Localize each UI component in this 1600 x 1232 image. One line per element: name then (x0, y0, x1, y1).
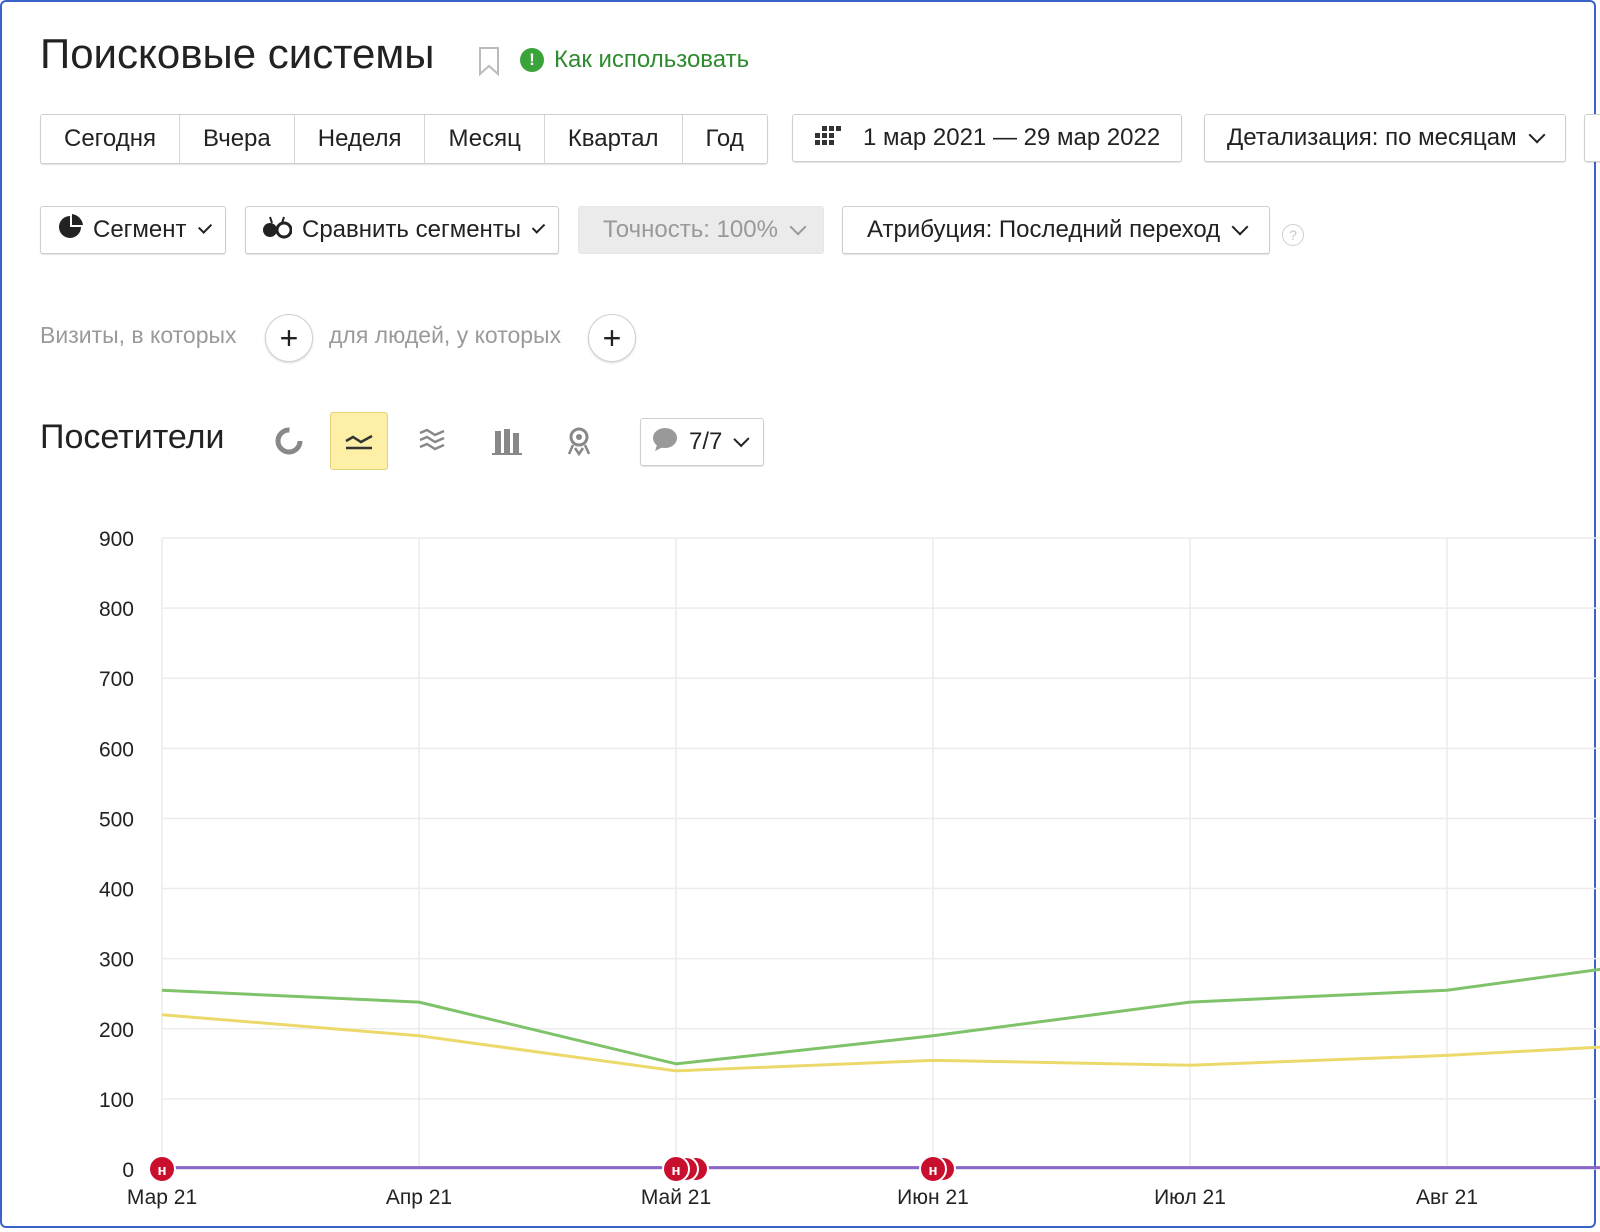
y-tick-label: 0 (122, 1159, 134, 1182)
y-tick-label: 800 (99, 598, 134, 621)
detail-label: Детализация: по месяцам (1227, 124, 1517, 151)
detail-dropdown[interactable]: Детализация: по месяцам (1204, 114, 1566, 162)
period-selector: Сегодня Вчера Неделя Месяц Квартал Год (40, 114, 768, 164)
pie-chart-icon[interactable] (260, 412, 318, 470)
compare-segments-dropdown[interactable]: Сравнить сегменты (245, 206, 559, 254)
metric-title: Посетители (40, 418, 225, 456)
bookmark-icon[interactable] (478, 46, 500, 81)
visits-filter-label: Визиты, в которых (40, 322, 237, 348)
calendar-icon (815, 124, 843, 152)
period-quarter[interactable]: Квартал (545, 115, 683, 163)
extra-button[interactable] (1584, 114, 1600, 162)
period-week[interactable]: Неделя (295, 115, 426, 163)
visitors-line-chart: 0 100 200 300 400 500 600 700 800 900 Мар 21 Апр 21… (99, 528, 1600, 1209)
annotations-dropdown[interactable]: 7/7 (640, 418, 764, 466)
y-tick-label: 900 (99, 528, 134, 551)
pie-chart-icon (57, 213, 83, 247)
y-tick-label: 700 (99, 668, 134, 691)
help-link-label: Как использовать (554, 46, 750, 73)
plus-icon: + (279, 319, 299, 356)
area-chart-icon[interactable] (403, 412, 461, 470)
period-yesterday[interactable]: Вчера (180, 115, 295, 163)
chevron-down-icon (1528, 126, 1546, 144)
x-tick-label: Июл 21 (1154, 1186, 1226, 1209)
date-range-button[interactable]: 1 мар 2021 — 29 мар 2022 (792, 114, 1182, 162)
accuracy-dropdown[interactable]: Точность: 100% (578, 206, 824, 254)
people-filter-label: для людей, у которых (329, 322, 562, 348)
add-visits-filter-button[interactable]: + (265, 314, 313, 362)
y-tick-label: 600 (99, 738, 134, 761)
x-tick-label: Авг 21 (1416, 1186, 1478, 1209)
period-today[interactable]: Сегодня (41, 115, 180, 163)
y-tick-label: 100 (99, 1089, 134, 1112)
accuracy-label: Точность: 100% (603, 216, 778, 243)
annotation-marker-label: н (671, 1162, 680, 1179)
y-tick-label: 200 (99, 1019, 134, 1042)
y-tick-label: 500 (99, 808, 134, 831)
question-icon[interactable]: ? (1282, 224, 1304, 246)
annotation-marker-label: н (157, 1162, 166, 1179)
bar-chart-icon[interactable] (478, 412, 536, 470)
map-icon[interactable] (550, 412, 608, 470)
annotations-count: 7/7 (689, 428, 723, 455)
chevron-down-icon (197, 219, 213, 235)
y-tick-label: 300 (99, 949, 134, 972)
date-range-label: 1 мар 2021 — 29 мар 2022 (863, 124, 1161, 151)
x-tick-label: Май 21 (641, 1186, 711, 1209)
plus-icon: + (602, 319, 622, 356)
period-month[interactable]: Месяц (425, 115, 545, 163)
annotation-marker-label: н (928, 1162, 937, 1179)
chevron-down-icon (1231, 218, 1249, 236)
compare-segments-label: Сравнить сегменты (302, 216, 522, 243)
info-icon: ! (520, 48, 544, 72)
add-people-filter-button[interactable]: + (588, 314, 636, 362)
chevron-down-icon (789, 218, 807, 236)
compare-segments-icon (262, 214, 293, 247)
period-year[interactable]: Год (683, 115, 767, 163)
chevron-down-icon (733, 431, 750, 447)
x-tick-label: Апр 21 (386, 1186, 452, 1209)
attribution-label: Атрибуция: Последний переход (867, 216, 1221, 243)
line-chart-icon[interactable] (330, 412, 388, 470)
y-tick-label: 400 (99, 879, 134, 902)
chevron-down-icon (531, 220, 546, 234)
series-line-0 (161, 967, 1600, 1066)
help-link[interactable]: ! Как использовать (520, 46, 749, 74)
attribution-dropdown[interactable]: Атрибуция: Последний переход (842, 206, 1270, 254)
segment-label: Сегмент (93, 216, 187, 243)
x-tick-label: Июн 21 (897, 1186, 969, 1209)
comment-icon (651, 426, 679, 459)
x-tick-label: Мар 21 (127, 1186, 197, 1209)
page-title: Поисковые системы (40, 30, 435, 77)
segment-dropdown[interactable]: Сегмент (40, 206, 226, 254)
